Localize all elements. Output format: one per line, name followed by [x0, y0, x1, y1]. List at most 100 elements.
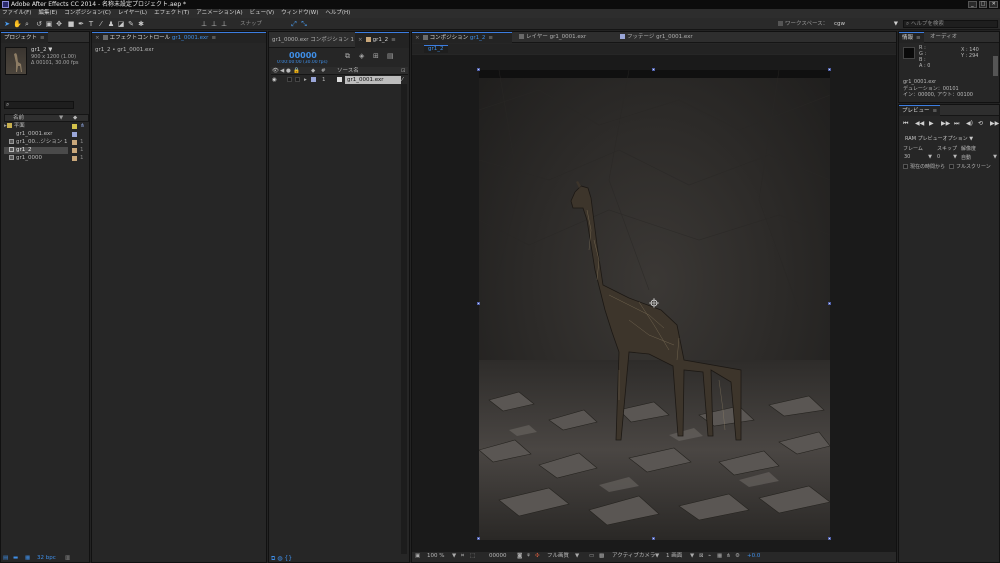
- reset-exposure-icon[interactable]: ⚙: [735, 552, 740, 561]
- panel-menu-icon[interactable]: ≡: [916, 35, 921, 41]
- list-item[interactable]: gr1_0000 1: [4, 155, 89, 162]
- axis-world-icon[interactable]: ⊥: [210, 20, 218, 28]
- shape-tool-icon[interactable]: ■: [67, 20, 75, 28]
- label-color-swatch[interactable]: [72, 140, 77, 145]
- resolution-select[interactable]: 自動 ▼: [961, 154, 997, 161]
- menu-animation[interactable]: アニメーション(A): [196, 9, 242, 18]
- comp-subtab[interactable]: gr1_2: [424, 45, 448, 53]
- project-column-header[interactable]: 名前 ▼ ◆: [4, 114, 89, 122]
- layer-visibility-icon[interactable]: ◉: [272, 76, 277, 84]
- brush-tool-icon[interactable]: ⁄: [97, 20, 105, 28]
- layer-label-swatch[interactable]: [311, 77, 316, 82]
- pen-tool-icon[interactable]: ✒: [77, 20, 85, 28]
- tab-composition[interactable]: × コンポジション gr1_2 ≡: [412, 32, 512, 43]
- lock-icon[interactable]: 🔒: [293, 67, 300, 75]
- motion-blur-icon[interactable]: ▤: [387, 52, 394, 60]
- menu-file[interactable]: ファイル(F): [2, 9, 31, 18]
- transform-handle-tc[interactable]: [652, 68, 655, 71]
- exposure-value[interactable]: +0.0: [747, 552, 760, 561]
- tab-comp-1[interactable]: gr1_0000.exr コンポジション 1: [269, 32, 355, 48]
- comp-mini-flowchart-icon[interactable]: ⧉: [345, 52, 350, 61]
- list-item[interactable]: gr1_0001.exr: [4, 131, 89, 138]
- color-channel-icon[interactable]: ✣: [535, 552, 540, 561]
- zoom-tool-icon[interactable]: ⌕: [23, 20, 31, 28]
- close-tab-icon[interactable]: ×: [415, 35, 420, 41]
- draft-3d-icon[interactable]: ◈: [359, 52, 364, 60]
- info-scrollbar[interactable]: [993, 56, 998, 76]
- from-current-checkbox[interactable]: [903, 164, 908, 169]
- clone-stamp-tool-icon[interactable]: ♟: [107, 20, 115, 28]
- list-item[interactable]: gr1_2: [4, 147, 68, 154]
- maximize-button[interactable]: □: [978, 1, 988, 8]
- snap-expand-icon[interactable]: ⤡: [300, 20, 308, 28]
- project-item-name[interactable]: gr1_2 ▼: [31, 47, 52, 53]
- pixel-aspect-icon[interactable]: ⊠: [699, 552, 704, 561]
- workspace-select[interactable]: cgw ▼: [834, 20, 898, 28]
- flowchart-icon[interactable]: ⋔: [726, 552, 731, 561]
- next-frame-icon[interactable]: ▶▶: [941, 120, 950, 128]
- tab-info[interactable]: 情報 ≡: [899, 32, 924, 43]
- camera-tool-icon[interactable]: ▣: [45, 20, 53, 28]
- transform-handle-tl[interactable]: [477, 68, 480, 71]
- menu-effect[interactable]: エフェクト(T): [154, 9, 189, 18]
- ram-preview-icon[interactable]: ▶▶: [990, 120, 999, 128]
- first-frame-icon[interactable]: ⏮: [903, 120, 908, 128]
- new-folder-icon[interactable]: ▬: [13, 554, 18, 563]
- close-tab-icon[interactable]: ×: [95, 35, 100, 41]
- loop-icon[interactable]: ⟲: [978, 120, 983, 128]
- transform-handle-mr[interactable]: [828, 302, 831, 305]
- eraser-tool-icon[interactable]: ◪: [117, 20, 125, 28]
- transform-handle-bc[interactable]: [652, 537, 655, 540]
- audio-icon[interactable]: ◀: [280, 67, 284, 75]
- panel-menu-icon[interactable]: ≡: [391, 37, 396, 43]
- bpc-button[interactable]: 32 bpc: [37, 554, 56, 563]
- menu-view[interactable]: ビュー(V): [250, 9, 275, 18]
- ram-preview-options[interactable]: RAM プレビューオプション ▼: [905, 135, 973, 142]
- snap-label[interactable]: スナップ: [240, 20, 262, 28]
- close-button[interactable]: ✕: [989, 1, 999, 8]
- flowchart-icon[interactable]: ⋔: [80, 123, 85, 130]
- rotate-tool-icon[interactable]: ↺: [35, 20, 43, 28]
- list-item[interactable]: ▸ 平面 ⋔: [4, 123, 89, 130]
- menu-layer[interactable]: レイヤー(L): [118, 9, 147, 18]
- tab-layer[interactable]: レイヤー gr1_0001.exr: [516, 32, 589, 43]
- pan-behind-tool-icon[interactable]: ✥: [55, 20, 63, 28]
- shy-layers-icon[interactable]: ⊞: [373, 52, 379, 60]
- frame-rate-select[interactable]: 30 ▼: [904, 154, 932, 160]
- layer-name[interactable]: gr1_0001.exr: [345, 76, 401, 84]
- toggle-in-out-icon[interactable]: {}: [284, 555, 292, 562]
- axis-view-icon[interactable]: ⊥: [220, 20, 228, 28]
- list-item[interactable]: gr1_00...ジション 1 1: [4, 139, 89, 146]
- transform-handle-ml[interactable]: [477, 302, 480, 305]
- timeline-scrollbar[interactable]: [401, 84, 407, 554]
- tab-preview[interactable]: プレビュー ≡: [899, 105, 941, 116]
- new-composition-icon[interactable]: ▦: [25, 554, 30, 563]
- layer-switch-icon[interactable]: ⁄: [402, 76, 403, 84]
- tab-effect-controls[interactable]: × エフェクトコントロール gr1_0001.exr ≡: [92, 32, 266, 43]
- label-color-swatch[interactable]: [72, 132, 77, 137]
- layer-expand-arrow-icon[interactable]: ▸: [304, 76, 307, 84]
- previous-frame-icon[interactable]: ◀◀: [915, 120, 924, 128]
- label-color-swatch[interactable]: [72, 148, 77, 153]
- menu-help[interactable]: ヘルプ(H): [325, 9, 350, 18]
- minimize-button[interactable]: _: [968, 1, 977, 8]
- toggle-modes-icon[interactable]: ◍: [277, 555, 282, 562]
- tab-audio[interactable]: オーディオ: [927, 32, 960, 43]
- play-icon[interactable]: ▶: [929, 120, 934, 128]
- column-source-name[interactable]: ソース名: [337, 67, 359, 75]
- menu-composition[interactable]: コンポジション(C): [64, 9, 111, 18]
- menu-window[interactable]: ウィンドウ(W): [281, 9, 318, 18]
- switches-icon[interactable]: ⊡: [401, 67, 406, 75]
- toggle-switches-icon[interactable]: ⧉: [271, 555, 275, 562]
- trash-icon[interactable]: ▥: [65, 554, 70, 563]
- panel-menu-icon[interactable]: ≡: [211, 35, 216, 41]
- views-select[interactable]: 1 画面: [666, 552, 682, 561]
- mask-visibility-icon[interactable]: ⬚: [470, 552, 475, 561]
- transform-handle-tr[interactable]: [828, 68, 831, 71]
- axis-local-icon[interactable]: ⊥: [200, 20, 208, 28]
- puppet-tool-icon[interactable]: ✱: [137, 20, 145, 28]
- panel-menu-icon[interactable]: ≡: [933, 108, 938, 114]
- fullscreen-checkbox[interactable]: [949, 164, 954, 169]
- close-tab-icon[interactable]: ×: [358, 37, 363, 43]
- region-of-interest-icon[interactable]: ▭: [589, 552, 594, 561]
